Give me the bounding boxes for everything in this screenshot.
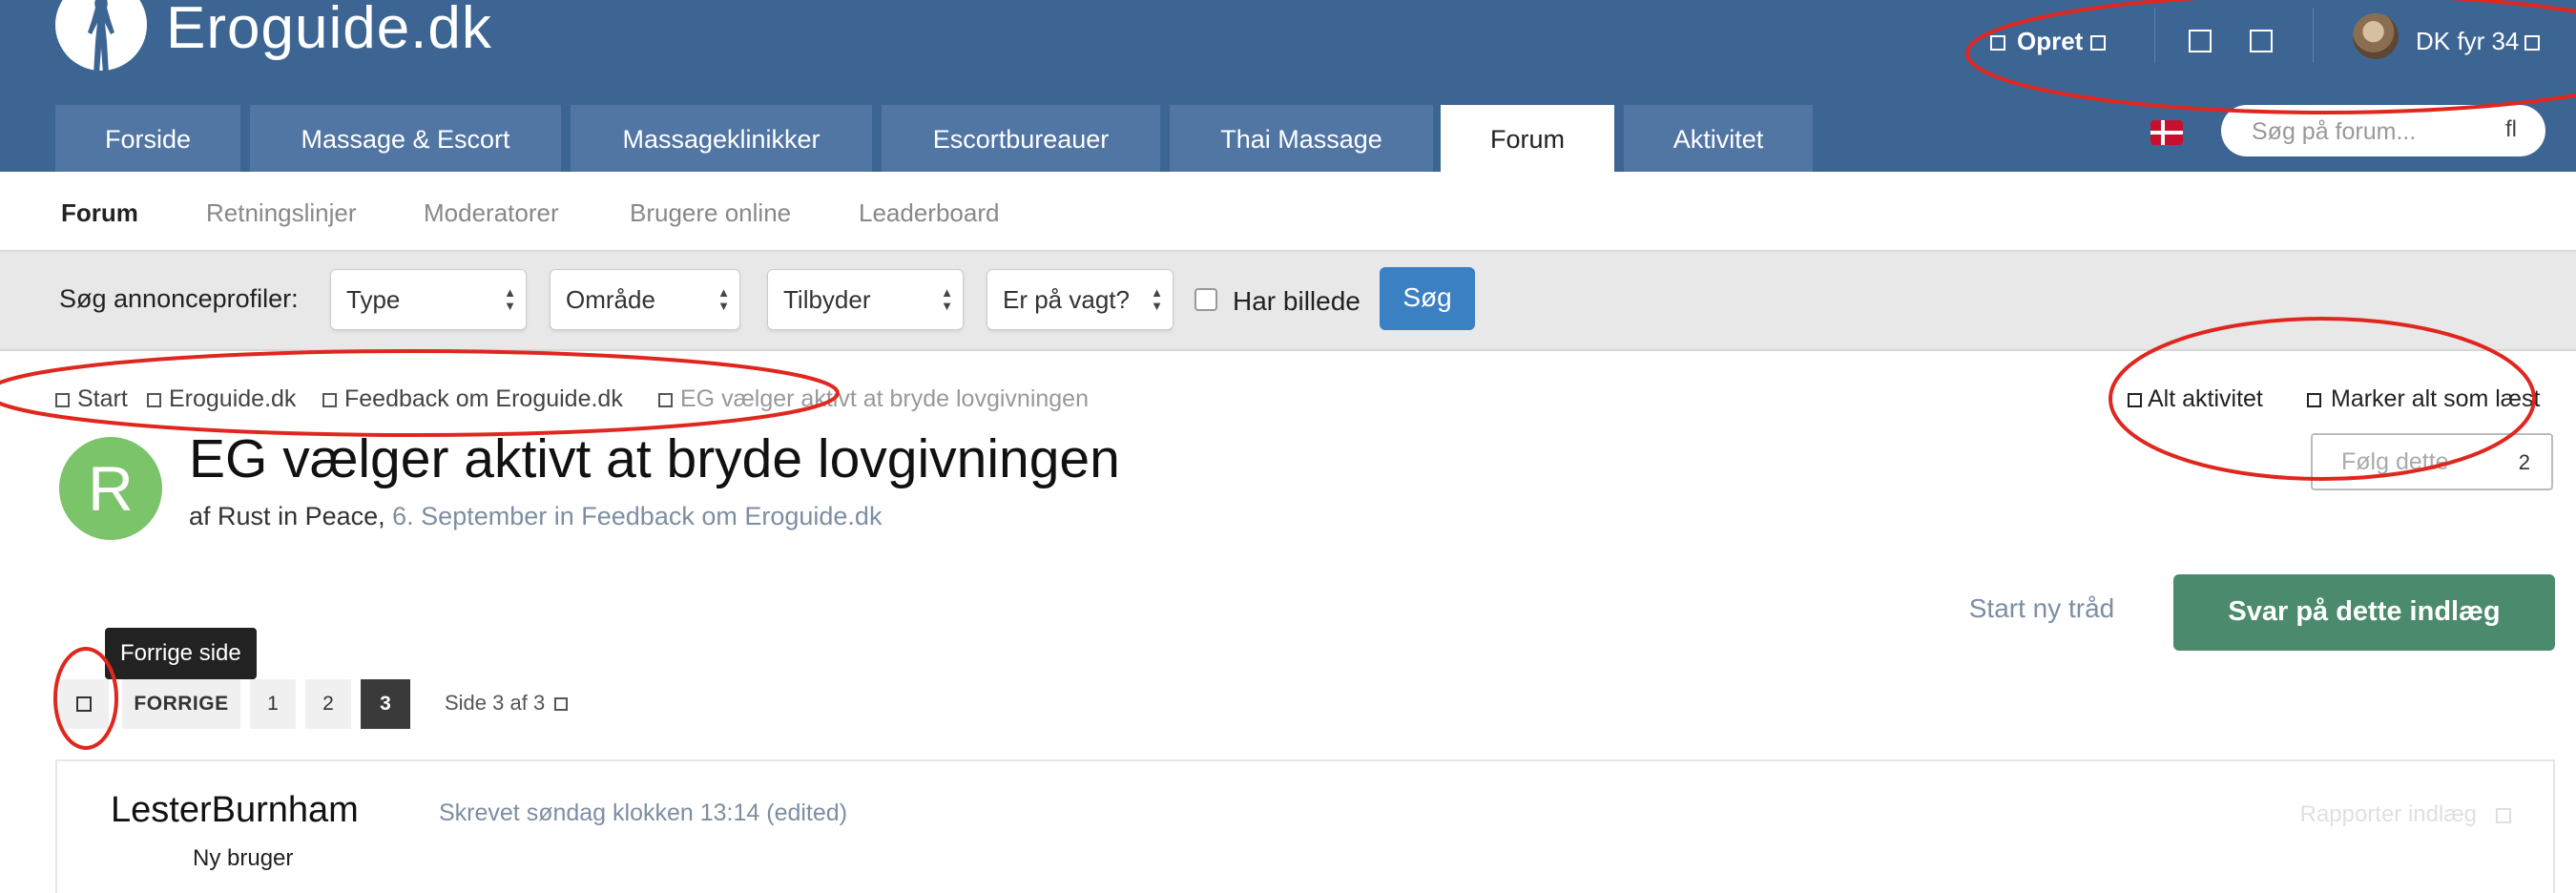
chevron-right-icon [147, 393, 161, 407]
danish-flag-icon[interactable] [2150, 120, 2183, 145]
post-author-rank: Ny bruger [193, 845, 294, 871]
forum-subnav: Forum Retningslinjer Moderatorer Brugere… [0, 172, 2576, 252]
topic-author-avatar[interactable]: R [59, 437, 162, 540]
logo-figure-icon [88, 0, 114, 74]
topic-author-link[interactable]: Rust in Peace [218, 502, 378, 530]
tab-aktivitet[interactable]: Aktivitet [1624, 105, 1813, 172]
page-status-dropdown[interactable]: Side 3 af 3 [445, 691, 569, 716]
filter-label: Søg annonceprofiler: [59, 284, 299, 313]
tab-forside[interactable]: Forside [55, 105, 240, 172]
user-avatar[interactable] [2353, 13, 2399, 59]
page-title: EG vælger aktivt at bryde lovgivningen [189, 428, 1120, 489]
breadcrumb-current: EG vælger aktivt at bryde lovgivningen [658, 385, 1089, 413]
select-tilbyder-value: Tilbyder [783, 285, 871, 314]
breadcrumb-feedback[interactable]: Feedback om Eroguide.dk [322, 385, 623, 413]
report-label: Rapporter indlæg [2299, 801, 2477, 827]
select-arrows-icon: ▲ ▼ [504, 285, 516, 313]
envelope-icon [2250, 30, 2273, 52]
double-chevron-left-icon [76, 696, 92, 712]
tab-escortbureauer[interactable]: Escortbureauer [882, 105, 1160, 172]
topic-date-forum[interactable]: 6. September in Feedback om Eroguide.dk [392, 502, 882, 530]
breadcrumb-label: Start [77, 385, 128, 412]
select-arrows-icon: ▲ ▼ [717, 285, 730, 313]
follow-count: 2 [2518, 450, 2530, 474]
bell-icon [2189, 30, 2212, 52]
create-label: Opret [2017, 27, 2084, 55]
profile-filter-bar: Søg annonceprofiler: Type ▲ ▼ Område ▲ ▼ T… [0, 252, 2576, 351]
create-account-link[interactable]: Opret [1990, 13, 2107, 69]
rss-icon [2128, 393, 2142, 407]
post-container: LesterBurnham Skrevet søndag klokken 13:… [55, 759, 2555, 893]
caret-down-icon [2524, 35, 2541, 51]
select-type-value: Type [346, 285, 401, 314]
reply-button[interactable]: Svar på dette indlæg [2173, 574, 2555, 651]
subnav-brugere-online[interactable]: Brugere online [630, 198, 791, 228]
select-omraade[interactable]: Område ▲ ▼ [550, 269, 740, 330]
report-post-link[interactable]: Rapporter indlæg [2300, 801, 2511, 828]
page-3-button[interactable]: 3 [361, 679, 410, 729]
has-photo-checkbox[interactable] [1195, 288, 1217, 311]
select-tilbyder[interactable]: Tilbyder ▲ ▼ [767, 269, 964, 330]
previous-page-tooltip: Forrige side [105, 628, 257, 679]
page-2-button[interactable]: 2 [305, 679, 351, 729]
select-omraade-value: Område [566, 285, 655, 314]
tab-forum[interactable]: Forum [1441, 105, 1614, 172]
search-icon[interactable]: fl [2505, 116, 2517, 143]
breadcrumb-label: EG vælger aktivt at bryde lovgivningen [680, 385, 1089, 412]
mark-all-read-link[interactable]: Marker alt som læst [2307, 385, 2540, 413]
select-paa-vagt[interactable]: Er på vagt? ▲ ▼ [987, 269, 1174, 330]
mark-read-label: Marker alt som læst [2331, 385, 2541, 412]
create-icon [1990, 35, 2005, 51]
notifications-button[interactable] [2189, 13, 2212, 69]
follow-button[interactable]: Følg dette 2 [2311, 433, 2553, 490]
home-icon [55, 393, 70, 407]
subnav-leaderboard[interactable]: Leaderboard [859, 198, 999, 228]
subnav-retningslinjer[interactable]: Retningslinjer [206, 198, 357, 228]
select-arrows-icon: ▲ ▼ [1151, 285, 1163, 313]
follow-label: Følg dette [2341, 448, 2449, 475]
user-nav-separator [2154, 8, 2155, 63]
post-date[interactable]: Skrevet søndag klokken 13:14 (edited) [439, 800, 847, 827]
breadcrumb-eroguide[interactable]: Eroguide.dk [147, 385, 296, 413]
topic-meta: af Rust in Peace, 6. September in Feedba… [189, 502, 883, 530]
previous-page-button[interactable]: FORRIGE [122, 679, 240, 729]
select-type[interactable]: Type ▲ ▼ [330, 269, 527, 330]
breadcrumb-label: Feedback om Eroguide.dk [344, 385, 623, 412]
tab-massageklinikker[interactable]: Massageklinikker [571, 105, 872, 172]
breadcrumb-start[interactable]: Start [55, 385, 128, 413]
page-status-label: Side 3 af 3 [445, 691, 546, 715]
subnav-forum[interactable]: Forum [61, 198, 138, 228]
first-page-button[interactable] [59, 679, 109, 729]
share-icon [2496, 808, 2511, 823]
has-photo-label[interactable]: Har billede [1233, 286, 1361, 317]
select-arrows-icon: ▲ ▼ [941, 285, 953, 313]
all-activity-link[interactable]: Alt aktivitet [2128, 385, 2263, 413]
eye-icon [2307, 393, 2321, 407]
tab-thai-massage[interactable]: Thai Massage [1170, 105, 1433, 172]
chevron-right-icon [658, 393, 673, 407]
site-logo-text[interactable]: Eroguide.dk [166, 0, 492, 62]
breadcrumb-label: Eroguide.dk [169, 385, 297, 412]
all-activity-label: Alt aktivitet [2148, 385, 2263, 412]
messages-button[interactable] [2250, 13, 2273, 69]
start-new-thread-button[interactable]: Start ny tråd [1927, 580, 2156, 637]
caret-down-icon [554, 697, 569, 711]
username: DK fyr 34 [2416, 27, 2520, 55]
chevron-right-icon [322, 393, 337, 407]
filter-search-button[interactable]: Søg [1380, 267, 1475, 330]
tab-massage-escort[interactable]: Massage & Escort [250, 105, 561, 172]
page-1-button[interactable]: 1 [250, 679, 296, 729]
meta-prefix: af [189, 502, 211, 530]
select-paa-vagt-value: Er på vagt? [1003, 285, 1130, 314]
subnav-moderatorer[interactable]: Moderatorer [424, 198, 559, 228]
user-nav-separator [2313, 8, 2314, 63]
forum-search-box: fl [2221, 105, 2545, 158]
user-menu-button[interactable]: DK fyr 34 [2416, 13, 2541, 69]
post-author-link[interactable]: LesterBurnham [111, 790, 359, 831]
forum-search-input[interactable] [2250, 105, 2502, 158]
dropdown-icon [2090, 35, 2107, 51]
